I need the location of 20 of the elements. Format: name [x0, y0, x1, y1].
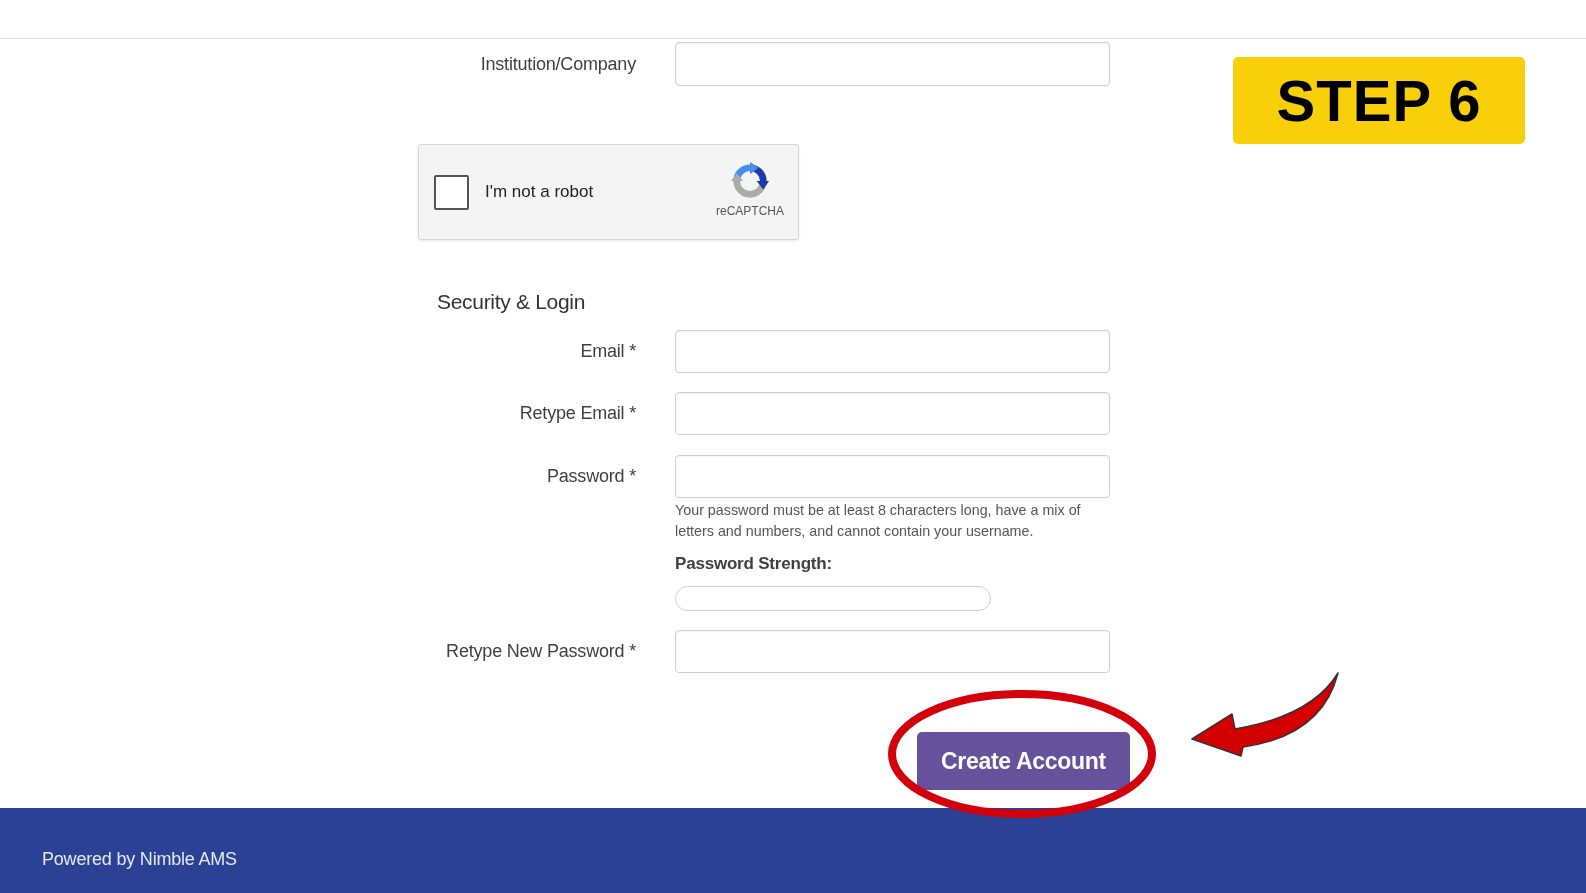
input-field[interactable] — [675, 330, 1110, 373]
recaptcha-logo-icon — [731, 162, 769, 200]
checkbox[interactable] — [434, 174, 469, 210]
field-label: Email * — [580, 340, 636, 363]
field-label: Retype Email * — [519, 402, 636, 425]
input-field[interactable] — [675, 630, 1110, 673]
field-label: Password * — [546, 465, 636, 488]
section-heading: Security & Login — [437, 289, 586, 315]
input-field[interactable] — [675, 455, 1110, 498]
recaptcha-brand-text: reCAPTCHA — [716, 204, 784, 218]
strength-label: Password Strength: — [675, 553, 832, 575]
step-badge: STEP 6 — [1233, 57, 1525, 144]
input-field[interactable] — [675, 392, 1110, 435]
footer-text: Powered by Nimble AMS — [42, 849, 237, 870]
input-field[interactable] — [675, 42, 1110, 86]
field-label: Institution/Company — [480, 53, 636, 76]
create-account-button[interactable]: Create Account — [917, 732, 1130, 790]
field-label: Retype New Password * — [446, 640, 636, 663]
captcha-label: I'm not a robot — [485, 182, 594, 202]
password-hint-text: Your password must be at least 8 characters long, have a mix of letters and numbers, and cannot contain your username. — [675, 501, 1082, 541]
